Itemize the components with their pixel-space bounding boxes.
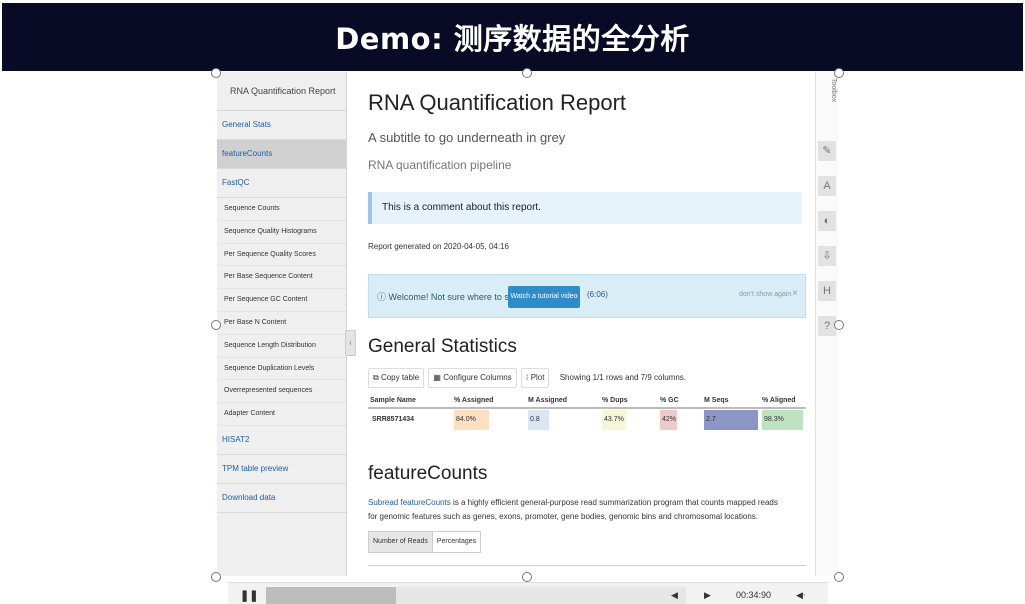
close-icon[interactable]: × — [792, 288, 798, 299]
report-generated-date: Report generated on 2020-04-05, 04:16 — [368, 242, 509, 251]
tab-percentages[interactable]: Percentages — [431, 531, 482, 553]
sidebar-subitem[interactable]: Sequence Quality Histograms — [217, 221, 346, 244]
general-stats-toolbar: ⧉ Copy table ▦ Configure Columns ⁝ Plot … — [368, 368, 686, 388]
showing-rows-info: Showing 1/1 rows and 7/9 columns. — [559, 373, 687, 382]
pin-icon[interactable]: ✎ — [818, 141, 836, 161]
sidebar-item-tpm-preview[interactable]: TPM table preview — [217, 455, 346, 484]
general-stats-title: General Statistics — [368, 336, 517, 357]
resize-handle[interactable] — [834, 572, 844, 582]
sidebar-subitem[interactable]: Per Sequence GC Content — [217, 289, 346, 312]
slide-title-banner: Demo: 测序数据的全分析 — [2, 3, 1023, 71]
sidebar-title: RNA Quantification Report — [217, 72, 346, 111]
resize-handle[interactable] — [834, 320, 844, 330]
info-icon: ⓘ — [377, 292, 389, 302]
pause-icon[interactable]: ❚❚ — [240, 589, 258, 602]
column-header[interactable]: Sample Name — [368, 394, 452, 409]
save-icon[interactable]: H — [818, 281, 836, 301]
sidebar-subitem[interactable]: Adapter Content — [217, 403, 346, 426]
column-header[interactable]: % Aligned — [760, 394, 806, 409]
resize-handle[interactable] — [834, 68, 844, 78]
report-sidebar: RNA Quantification Report General Stats … — [217, 72, 356, 576]
volume-icon[interactable]: ◀ᐧ — [796, 590, 805, 601]
welcome-text: ⓘ Welcome! Not sure where to start? — [377, 292, 527, 302]
progress-fill — [266, 587, 397, 604]
sample-name-cell[interactable]: SRR8571434 — [368, 408, 452, 431]
video-duration: (6:06) — [587, 290, 608, 299]
stat-cell: 98.3% — [760, 408, 806, 431]
copy-table-button[interactable]: ⧉ Copy table — [368, 368, 425, 388]
featurecounts-link[interactable]: Subread featureCounts — [368, 498, 451, 507]
report-comment: This is a comment about this report. — [368, 192, 802, 224]
resize-handle[interactable] — [211, 320, 221, 330]
general-stats-table: Sample Name % Assigned M Assigned % Dups… — [368, 394, 806, 431]
report-title: RNA Quantification Report — [368, 90, 627, 115]
featurecounts-plot-tabs: Number of Reads Percentages — [368, 531, 482, 553]
featurecounts-title: featureCounts — [368, 463, 488, 484]
stat-cell: 0.8 — [526, 408, 600, 431]
copy-icon: ⧉ — [373, 373, 381, 382]
report-subtitle: A subtitle to go underneath in grey — [368, 130, 566, 145]
configure-columns-button[interactable]: ▦ Configure Columns — [428, 368, 517, 388]
sidebar-subitem[interactable]: Sequence Counts — [217, 198, 346, 221]
sidebar-item-download[interactable]: Download data — [217, 484, 346, 513]
sidebar-subitem[interactable]: Overrepresented sequences — [217, 380, 346, 404]
resize-handle[interactable] — [522, 68, 532, 78]
video-player-controls: ❚❚ ◀ ▶ 00:34:90 ◀ᐧ — [228, 582, 828, 604]
slide-title: Demo: 测序数据的全分析 — [335, 22, 690, 56]
sidebar-subitem[interactable]: Sequence Duplication Levels — [217, 358, 346, 381]
sidebar-subitem[interactable]: Per Base N Content — [217, 312, 346, 335]
column-header[interactable]: % Assigned — [452, 394, 526, 409]
sidebar-item-hisat2[interactable]: HISAT2 — [217, 426, 346, 455]
resize-handle[interactable] — [522, 572, 532, 582]
sidebar-subitem[interactable]: Per Sequence Quality Scores — [217, 244, 346, 267]
eye-icon[interactable]: ◐ — [818, 211, 836, 231]
report-main: RNA Quantification Report A subtitle to … — [368, 72, 808, 576]
resize-handle[interactable] — [211, 68, 221, 78]
column-header[interactable]: M Seqs — [702, 394, 760, 409]
toolbox-label[interactable]: Toolbox — [819, 78, 837, 128]
stat-cell: 2.7 — [702, 408, 760, 431]
tutorial-video-button[interactable]: Watch a tutorial video — [508, 286, 580, 308]
dont-show-again-link[interactable]: don't show again — [739, 291, 791, 298]
table-row: SRR8571434 84.0% 0.8 43.7% 42% 2.7 98.3% — [368, 408, 806, 431]
plot-button[interactable]: ⁝ Plot — [520, 368, 550, 388]
resize-handle[interactable] — [211, 572, 221, 582]
column-header[interactable]: % GC — [658, 394, 702, 409]
embedded-report-frame: RNA Quantification Report General Stats … — [215, 72, 838, 576]
sidebar-collapse-icon[interactable]: ‹ — [345, 330, 356, 356]
stat-cell: 43.7% — [600, 408, 658, 431]
tab-number-of-reads[interactable]: Number of Reads — [368, 531, 433, 553]
rewind-icon[interactable]: ◀ — [671, 590, 678, 601]
stat-cell: 84.0% — [452, 408, 526, 431]
featurecounts-description: Subread featureCounts is a highly effici… — [368, 498, 778, 521]
stat-cell: 42% — [658, 408, 702, 431]
sidebar-item-featurecounts[interactable]: featureCounts — [217, 140, 346, 169]
sidebar-item-fastqc[interactable]: FastQC — [217, 169, 346, 198]
report-pipeline: RNA quantification pipeline — [368, 158, 512, 172]
text-icon[interactable]: A — [818, 176, 836, 196]
welcome-banner: ⓘ Welcome! Not sure where to start? Watc… — [368, 274, 806, 318]
plot-area-edge — [368, 565, 806, 566]
columns-icon: ▦ — [433, 373, 444, 382]
sidebar-item-general-stats[interactable]: General Stats — [217, 111, 346, 140]
progress-bar[interactable] — [266, 587, 686, 604]
column-header[interactable]: % Dups — [600, 394, 658, 409]
sidebar-subitem[interactable]: Sequence Length Distribution — [217, 335, 346, 358]
sidebar-subitem[interactable]: Per Base Sequence Content — [217, 266, 346, 290]
column-header[interactable]: M Assigned — [526, 394, 600, 409]
download-icon[interactable]: ⇩ — [818, 246, 836, 266]
forward-icon[interactable]: ▶ — [704, 590, 711, 601]
time-display: 00:34:90 — [736, 590, 772, 600]
